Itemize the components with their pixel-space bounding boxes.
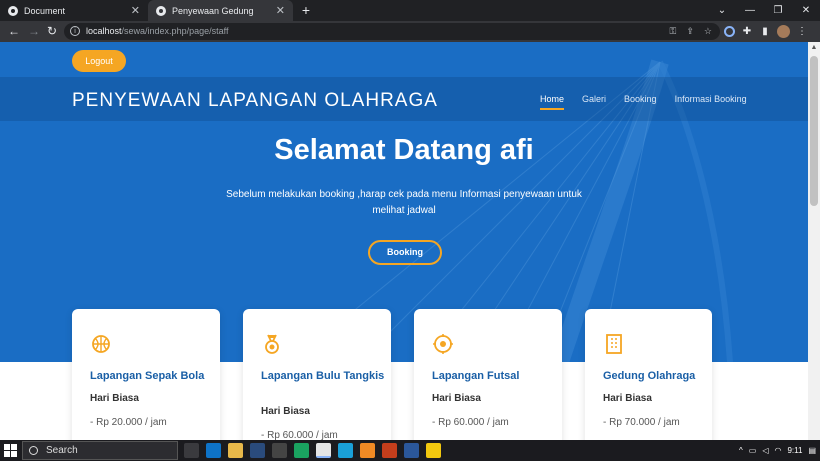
omnibox-actions: ⚿ ⇪ ☆ (670, 23, 712, 40)
task-view-icon[interactable] (184, 443, 199, 458)
file-explorer-icon[interactable] (228, 443, 243, 458)
reload-icon[interactable]: ↻ (44, 23, 60, 39)
card-title: Lapangan Bulu Tangkis (261, 370, 385, 382)
word-icon[interactable] (404, 443, 419, 458)
puzzle-icon[interactable]: ✚ (741, 26, 753, 38)
nav-galeri[interactable]: Galeri (582, 94, 606, 110)
sidebar-icon[interactable]: ▮ (759, 26, 771, 38)
app-icon[interactable] (250, 443, 265, 458)
restore-icon[interactable]: ❐ (764, 0, 792, 21)
nav-home[interactable]: Home (540, 94, 565, 110)
card-title: Lapangan Futsal (432, 370, 520, 382)
vscode-icon[interactable] (206, 443, 221, 458)
new-tab-button[interactable]: + (298, 2, 314, 18)
scroll-up-icon[interactable]: ▲ (808, 42, 820, 54)
globe-icon (156, 5, 166, 16)
app-icon[interactable] (360, 443, 375, 458)
basketball-icon (92, 335, 110, 353)
app-icon[interactable] (426, 443, 441, 458)
url-text: localhost/sewa/index.php/page/staff (86, 26, 229, 36)
site-nav: Home Galeri Booking Informasi Booking (540, 94, 765, 110)
card-rate-type: Hari Biasa (603, 393, 652, 404)
scrollbar-thumb[interactable] (810, 56, 818, 206)
battery-icon[interactable]: ▭ (749, 446, 757, 455)
github-icon[interactable] (272, 443, 287, 458)
close-window-icon[interactable]: ✕ (792, 0, 820, 21)
wifi-icon[interactable]: ◠ (774, 446, 781, 455)
app-icon[interactable] (294, 443, 309, 458)
logout-button[interactable]: Logout (72, 50, 126, 72)
extension-icon[interactable] (724, 26, 735, 37)
chevron-down-icon[interactable]: ⌄ (708, 0, 736, 21)
medal-icon (265, 334, 279, 354)
card-rate-type: Hari Biasa (432, 393, 481, 404)
card-title: Gedung Olahraga (603, 370, 696, 382)
os-taskbar: Search ^ ▭ ◁ ◠ 9:11 ▤ (0, 440, 820, 461)
card-price: - Rp 60.000 / jam (261, 430, 338, 440)
close-icon[interactable]: ✕ (131, 4, 140, 17)
forward-icon[interactable]: → (26, 23, 42, 39)
browser-tab-strip: Document ✕ Penyewaan Gedung ✕ + ⌄ — ❐ ✕ (0, 0, 820, 21)
card-price: - Rp 20.000 / jam (90, 417, 167, 428)
taskbar-apps (184, 443, 441, 458)
clock[interactable]: 9:11 (787, 446, 802, 455)
nav-informasi-booking[interactable]: Informasi Booking (675, 94, 747, 110)
booking-button[interactable]: Booking (368, 240, 442, 265)
tab-title: Penyewaan Gedung (172, 5, 254, 16)
address-bar[interactable]: i localhost/sewa/index.php/page/staff ⚿ … (64, 23, 720, 40)
notification-icon[interactable]: ▤ (808, 446, 816, 455)
nav-booking[interactable]: Booking (624, 94, 657, 110)
service-card: Lapangan Futsal Hari Biasa - Rp 60.000 /… (414, 309, 562, 440)
menu-icon[interactable]: ⋮ (796, 26, 808, 38)
tab-penyewaan-gedung[interactable]: Penyewaan Gedung ✕ (148, 0, 293, 21)
service-card: Lapangan Sepak Bola Hari Biasa - Rp 20.0… (72, 309, 220, 440)
page-viewport: Logout PENYEWAAN LAPANGAN OLAHRAGA Home … (0, 42, 808, 440)
taskbar-search[interactable]: Search (22, 441, 178, 460)
hero-title: Selamat Datang afi (274, 134, 534, 166)
chrome-icon[interactable] (316, 443, 331, 458)
info-icon[interactable]: i (70, 26, 80, 36)
site-brand[interactable]: PENYEWAAN LAPANGAN OLAHRAGA (72, 90, 438, 112)
powerpoint-icon[interactable] (382, 443, 397, 458)
browser-toolbar: ← → ↻ i localhost/sewa/index.php/page/st… (0, 21, 820, 42)
tab-document[interactable]: Document ✕ (0, 0, 148, 21)
minimize-icon[interactable]: — (736, 0, 764, 21)
key-icon[interactable]: ⚿ (670, 26, 677, 37)
service-card: Lapangan Bulu Tangkis Hari Biasa - Rp 60… (243, 309, 391, 440)
edge-icon[interactable] (338, 443, 353, 458)
speaker-icon[interactable]: ◁ (762, 446, 768, 455)
search-icon (29, 446, 38, 455)
hero-subtitle: Sebelum melakukan booking ,harap cek pad… (226, 189, 582, 216)
close-icon[interactable]: ✕ (276, 4, 285, 17)
system-tray: ^ ▭ ◁ ◠ 9:11 ▤ (739, 440, 816, 461)
share-icon[interactable]: ⇪ (686, 26, 694, 37)
service-card: Gedung Olahraga Hari Biasa - Rp 70.000 /… (585, 309, 712, 440)
page-scrollbar[interactable]: ▲ (808, 42, 820, 440)
card-rate-type: Hari Biasa (261, 406, 310, 417)
target-icon (433, 334, 453, 354)
back-icon[interactable]: ← (6, 23, 22, 39)
extensions-area: ✚ ▮ ⋮ (724, 23, 808, 40)
chevron-up-icon[interactable]: ^ (739, 446, 743, 455)
globe-icon (8, 5, 18, 16)
building-icon (606, 334, 622, 354)
card-price: - Rp 60.000 / jam (432, 417, 509, 428)
card-rate-type: Hari Biasa (90, 393, 139, 404)
windows-start-icon[interactable] (4, 444, 17, 457)
card-title: Lapangan Sepak Bola (90, 370, 205, 382)
star-icon[interactable]: ☆ (704, 26, 712, 37)
tab-title: Document (24, 5, 66, 16)
card-price: - Rp 70.000 / jam (603, 417, 680, 428)
window-controls: ⌄ — ❐ ✕ (708, 0, 820, 21)
profile-avatar[interactable] (777, 25, 790, 38)
search-label: Search (46, 445, 78, 456)
